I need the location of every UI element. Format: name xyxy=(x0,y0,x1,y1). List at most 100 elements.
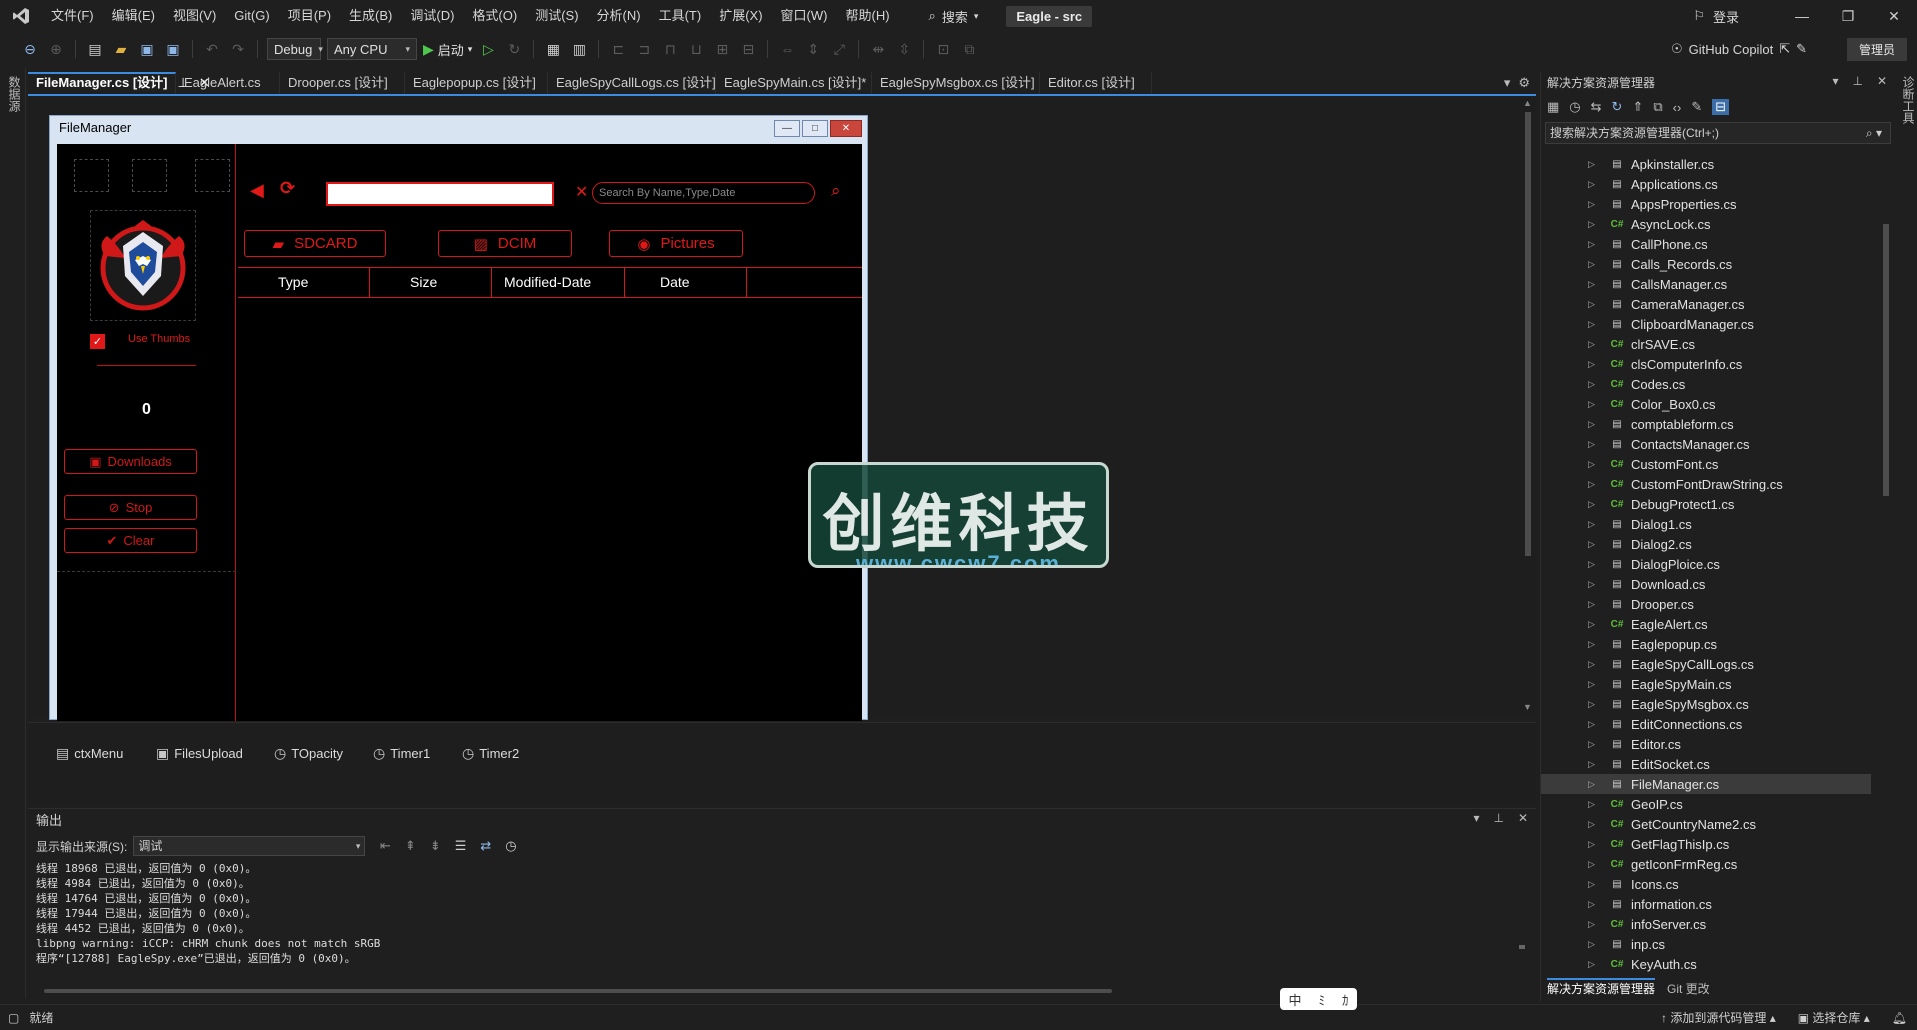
same-height-icon[interactable]: ⇕ xyxy=(803,39,823,59)
restore-button[interactable]: ❐ xyxy=(1825,0,1871,32)
align-right-icon[interactable]: ⊓ xyxy=(660,39,680,59)
solution-file-item[interactable]: ▷ ▤ CallPhone.cs xyxy=(1541,234,1871,254)
save-all-icon[interactable]: ▣ xyxy=(163,39,183,59)
align-bottom-icon[interactable]: ⊟ xyxy=(738,39,758,59)
expand-icon[interactable]: ▷ xyxy=(1588,799,1597,810)
filemanager-form[interactable]: FileManager — □ ✕ ✓ Use Thumbs 0 ▣ Downl… xyxy=(49,115,868,721)
tab-solution-explorer[interactable]: 解决方案资源管理器 xyxy=(1547,978,1656,1000)
wrench-icon[interactable]: ✎ xyxy=(1691,99,1702,115)
panel-menu-icon[interactable]: ▾ xyxy=(1473,811,1479,825)
expand-icon[interactable]: ▷ xyxy=(1588,479,1597,490)
solution-file-item[interactable]: ▷ C# GetCountryName2.cs xyxy=(1541,814,1871,834)
menu-item[interactable]: Git(G) xyxy=(225,0,278,32)
column-header-type[interactable]: Type xyxy=(238,268,370,297)
solution-file-item[interactable]: ▷ C# getIconFrmReg.cs xyxy=(1541,854,1871,874)
pin-icon[interactable]: ⊥ xyxy=(1493,811,1503,825)
downloads-button[interactable]: ▣ Downloads xyxy=(64,449,197,474)
scrollbar-thumb[interactable] xyxy=(1883,224,1889,496)
solution-file-item[interactable]: ▷ C# GeoIP.cs xyxy=(1541,794,1871,814)
scroll-up-icon[interactable]: ▲ xyxy=(1523,98,1532,108)
expand-icon[interactable]: ▷ xyxy=(1588,319,1597,330)
menu-item[interactable]: 视图(V) xyxy=(164,0,225,32)
stop-button[interactable]: ⊘ Stop xyxy=(64,495,197,520)
pin-icon[interactable]: ⊥ xyxy=(1852,74,1862,88)
output-vertical-scrollbar[interactable] xyxy=(1516,865,1528,983)
close-icon[interactable]: ✕ xyxy=(1877,74,1887,88)
expand-icon[interactable]: ▷ xyxy=(1588,439,1597,450)
solution-file-item[interactable]: ▷ ▤ EagleSpyMain.cs xyxy=(1541,674,1871,694)
notifications-icon[interactable]: 🔔︎ xyxy=(1892,1011,1907,1025)
tab-list-dropdown-icon[interactable]: ▾ xyxy=(1504,72,1511,94)
menu-item[interactable]: 工具(T) xyxy=(650,0,711,32)
scrollbar-thumb[interactable] xyxy=(44,989,1112,993)
align-left-icon[interactable]: ⊏ xyxy=(608,39,628,59)
menu-item[interactable]: 调试(D) xyxy=(401,0,463,32)
solution-file-item[interactable]: ▷ ▤ FileManager.cs xyxy=(1541,774,1871,794)
expand-icon[interactable]: ▷ xyxy=(1588,779,1597,790)
expand-icon[interactable]: ▷ xyxy=(1588,219,1597,230)
solution-file-item[interactable]: ▷ ▤ EagleSpyMsgbox.cs xyxy=(1541,694,1871,714)
refresh-icon[interactable]: ↻ xyxy=(1612,99,1623,115)
solution-file-item[interactable]: ▷ ▤ CallsManager.cs xyxy=(1541,274,1871,294)
history-icon[interactable]: ◷ xyxy=(1569,99,1580,115)
save-icon[interactable]: ▣ xyxy=(137,39,157,59)
expand-icon[interactable]: ▷ xyxy=(1588,719,1597,730)
code-view-icon[interactable]: ‹› xyxy=(1673,100,1682,115)
expand-icon[interactable]: ▷ xyxy=(1588,619,1597,630)
solution-file-item[interactable]: ▷ C# Color_Box0.cs xyxy=(1541,394,1871,414)
align-top-icon[interactable]: ⊔ xyxy=(686,39,706,59)
menu-item[interactable]: 窗口(W) xyxy=(772,0,837,32)
scroll-down-icon[interactable]: ▼ xyxy=(1523,702,1532,712)
solution-file-item[interactable]: ▷ ▤ Dialog2.cs xyxy=(1541,534,1871,554)
solution-file-item[interactable]: ▷ C# CustomFontDrawString.cs xyxy=(1541,474,1871,494)
pictures-button[interactable]: ◉ Pictures xyxy=(609,230,743,257)
expand-icon[interactable]: ▷ xyxy=(1588,879,1597,890)
eagle-logo[interactable] xyxy=(90,210,196,321)
expand-icon[interactable]: ▷ xyxy=(1588,499,1597,510)
menu-item[interactable]: 编辑(E) xyxy=(103,0,164,32)
menu-item[interactable]: 格式(O) xyxy=(463,0,526,32)
dcim-button[interactable]: ▨ DCIM xyxy=(438,230,572,257)
solution-file-item[interactable]: ▷ C# DebugProtect1.cs xyxy=(1541,494,1871,514)
expand-icon[interactable]: ▷ xyxy=(1588,239,1597,250)
solution-vertical-scrollbar[interactable] xyxy=(1881,154,1891,974)
component-ctxmenu[interactable]: ▤ ctxMenu xyxy=(56,745,123,762)
scrollbar-thumb[interactable] xyxy=(1519,945,1525,949)
expand-icon[interactable]: ▷ xyxy=(1588,919,1597,930)
global-search-button[interactable]: ⌕ 搜索 ▾ xyxy=(919,7,989,26)
use-thumbs-checkbox[interactable]: ✓ xyxy=(90,334,105,349)
solution-file-item[interactable]: ▷ C# clrSAVE.cs xyxy=(1541,334,1871,354)
expand-icon[interactable]: ▷ xyxy=(1588,739,1597,750)
column-header-size[interactable]: Size xyxy=(370,268,492,297)
switch-views-icon[interactable]: ▦ xyxy=(1547,99,1559,115)
designer-vertical-scrollbar[interactable]: ▲ ▼ xyxy=(1520,98,1536,718)
expand-icon[interactable]: ▷ xyxy=(1588,519,1597,530)
find-message-icon[interactable]: ⇤ xyxy=(380,838,391,854)
layout-icon[interactable]: ▥ xyxy=(569,39,589,59)
solution-file-item[interactable]: ▷ C# infoServer.cs xyxy=(1541,914,1871,934)
document-tab[interactable]: Editor.cs [设计] xyxy=(1040,72,1152,94)
tab-git-changes[interactable]: Git 更改 xyxy=(1667,978,1710,1000)
word-wrap-icon[interactable]: ⇄ xyxy=(480,838,491,854)
expand-icon[interactable]: ▷ xyxy=(1588,839,1597,850)
document-tab[interactable]: Drooper.cs [设计] xyxy=(280,72,405,94)
component-topacity[interactable]: ◷ TOpacity xyxy=(274,745,343,762)
expand-icon[interactable]: ▷ xyxy=(1588,279,1597,290)
solution-file-item[interactable]: ▷ ▤ EditConnections.cs xyxy=(1541,714,1871,734)
document-tab[interactable]: Eaglepopup.cs [设计] xyxy=(405,72,548,94)
expand-icon[interactable]: ▷ xyxy=(1588,259,1597,270)
expand-icon[interactable]: ▷ xyxy=(1588,819,1597,830)
component-filesupload[interactable]: ▣ FilesUpload xyxy=(156,745,243,762)
form-minimize-button[interactable]: — xyxy=(774,120,800,137)
placeholder-box[interactable] xyxy=(74,159,109,192)
expand-icon[interactable]: ▷ xyxy=(1588,639,1597,650)
sync-icon[interactable]: ⇆ xyxy=(1591,99,1602,115)
solution-search-input[interactable]: 搜索解决方案资源管理器(Ctrl+;) ⌕ ▾ xyxy=(1545,122,1891,144)
solution-file-item[interactable]: ▷ ▤ Dialog1.cs xyxy=(1541,514,1871,534)
ime-indicator[interactable]: 中 ﾐ ｶ xyxy=(1280,988,1357,1010)
expand-icon[interactable]: ▷ xyxy=(1588,759,1597,770)
expand-icon[interactable]: ▷ xyxy=(1588,399,1597,410)
solution-file-item[interactable]: ▷ C# KeyAuth.cs xyxy=(1541,954,1871,974)
minimize-button[interactable]: — xyxy=(1779,0,1825,32)
expand-icon[interactable]: ▷ xyxy=(1588,539,1597,550)
